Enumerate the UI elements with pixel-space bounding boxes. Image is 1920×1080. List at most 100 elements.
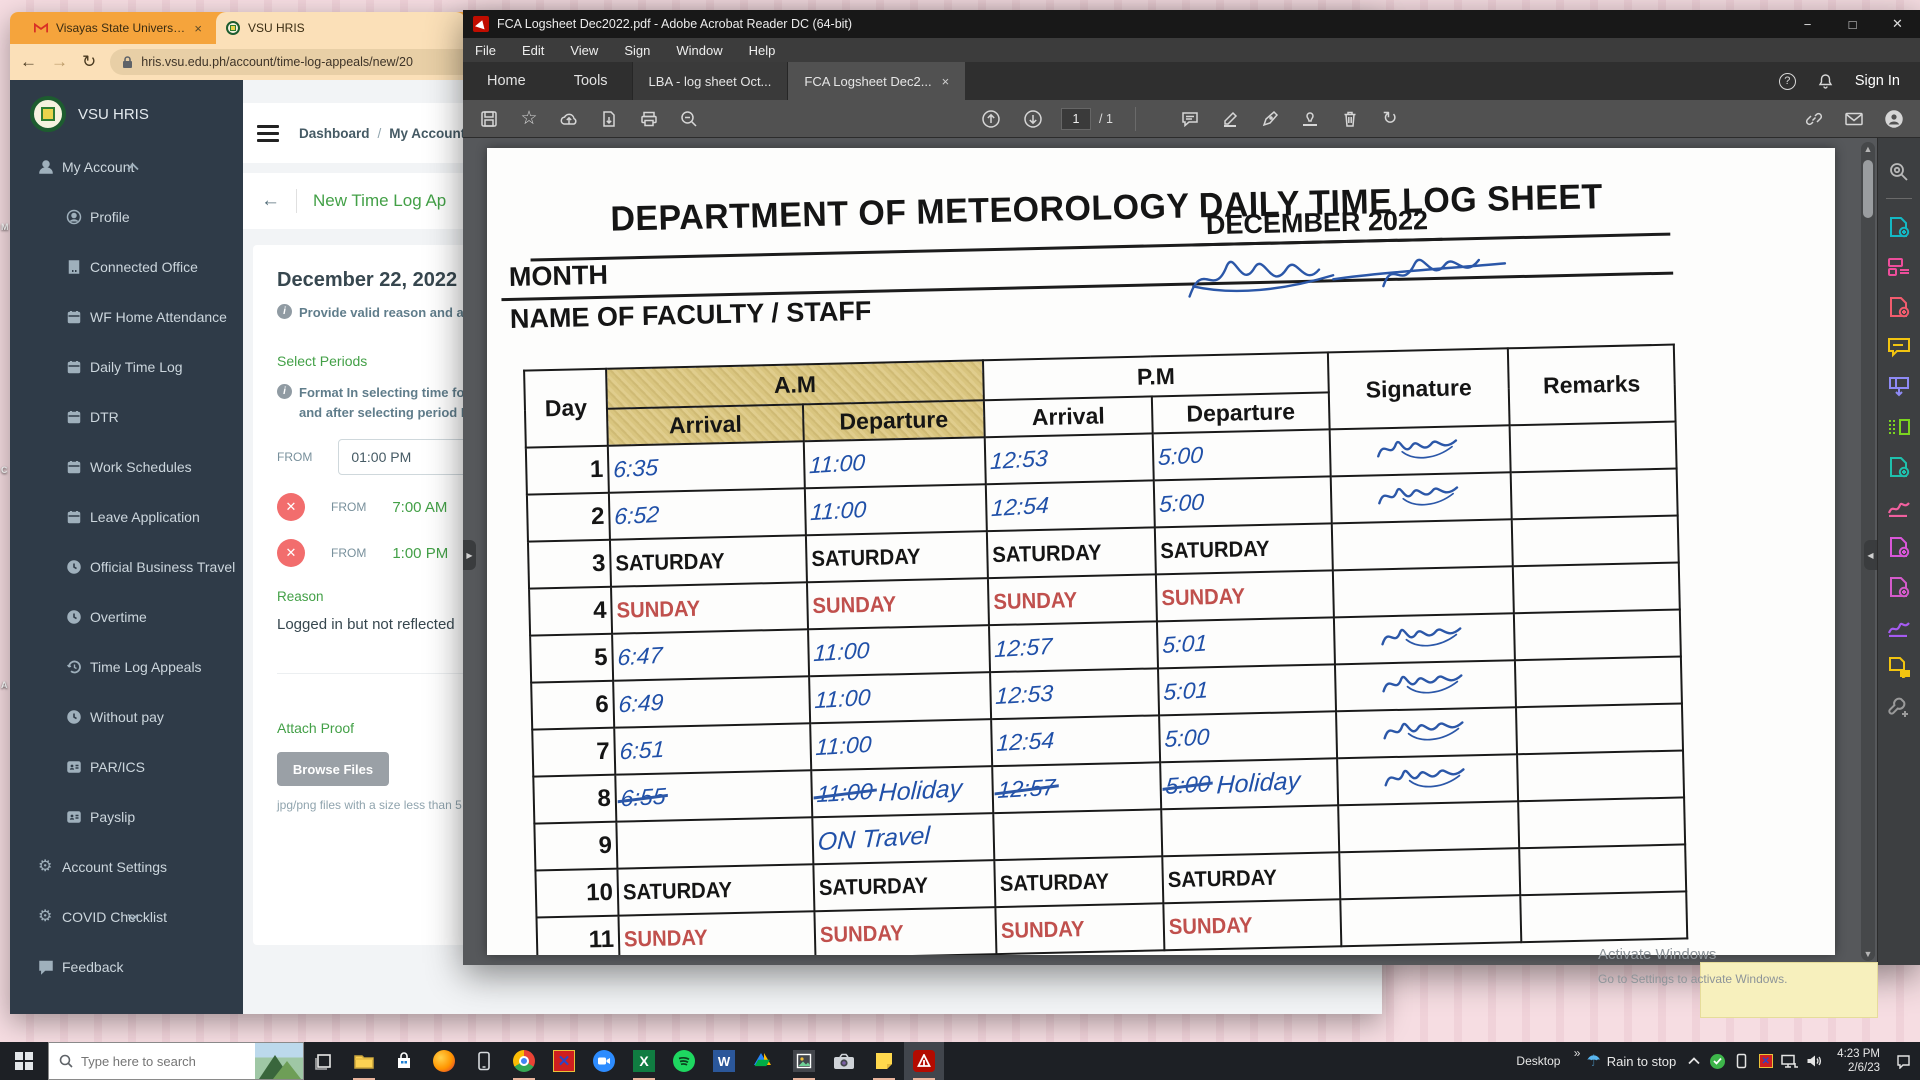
taskbar-app-microsoft-store[interactable] [384,1042,424,1080]
taskbar-app-chrome[interactable] [504,1042,544,1080]
menu-file[interactable]: File [475,43,496,58]
sidebar-item-work-schedules[interactable]: Work Schedules [10,442,243,492]
doc-tab-lba[interactable]: LBA - log sheet Oct... [632,62,788,100]
sidebar-item-my-account[interactable]: My Account [10,142,243,192]
comment-icon[interactable] [1170,104,1210,134]
search-document-icon[interactable] [1878,152,1920,192]
zoom-out-icon[interactable] [669,104,709,134]
search-daily-image[interactable] [255,1043,303,1079]
highlighter-icon[interactable] [1210,104,1250,134]
taskbar-app-camera[interactable] [824,1042,864,1080]
taskbar-app-spotify[interactable] [664,1042,704,1080]
menu-window[interactable]: Window [676,43,722,58]
remove-period-button[interactable]: ✕ [277,539,305,567]
save-icon[interactable] [469,104,509,134]
page-number-input[interactable]: 1 [1061,108,1091,130]
help-icon[interactable]: ? [1779,73,1796,90]
acrobat-title-bar[interactable]: FCA Logsheet Dec2022.pdf - Adobe Acrobat… [463,10,1920,38]
forward-icon[interactable]: → [51,52,68,72]
sidebar-item-feedback[interactable]: Feedback [10,942,243,992]
sidebar-item-wf-home-attendance[interactable]: WF Home Attendance [10,292,243,342]
scroll-up-icon[interactable]: ▲ [1861,142,1875,156]
create-pdf-icon[interactable] [1878,287,1920,327]
volume-icon[interactable] [1805,1053,1822,1070]
export-pdf-icon[interactable] [1878,207,1920,247]
taskbar-app-word[interactable]: W [704,1042,744,1080]
desktop-icon-label[interactable]: M [1,222,9,232]
menu-view[interactable]: View [570,43,598,58]
taskbar-app-zoom[interactable] [584,1042,624,1080]
sidebar-item-dtr[interactable]: DTR [10,392,243,442]
link-icon[interactable] [1794,104,1834,134]
taskbar-app-drive[interactable] [744,1042,784,1080]
sidebar-item-connected-office[interactable]: Connected Office [10,242,243,292]
taskbar-search[interactable] [48,1042,304,1080]
sidebar-item-time-log-appeals[interactable]: Time Log Appeals [10,642,243,692]
search-input[interactable] [81,1054,231,1069]
more-tools-icon[interactable] [1878,687,1920,727]
fill-and-sign-icon[interactable] [1878,487,1920,527]
bell-icon[interactable] [1818,73,1833,89]
phone-link-icon[interactable] [1733,1053,1750,1070]
caret-up-icon[interactable] [1685,1053,1702,1070]
weather-widget[interactable]: ☂ Rain to stop [1586,1051,1676,1071]
menu-edit[interactable]: Edit [522,43,544,58]
taskbar-app-firefox[interactable] [424,1042,464,1080]
desktop-icon-label[interactable]: C [1,465,8,475]
sidebar-item-covid-checklist[interactable]: ⚙COVID Checklist [10,892,243,942]
taskbar-app-excel[interactable]: X [624,1042,664,1080]
close-button[interactable]: ✕ [1875,10,1920,38]
sidebar-item-daily-time-log[interactable]: Daily Time Log [10,342,243,392]
scroll-down-icon[interactable]: ▼ [1861,947,1875,961]
cloud-upload-icon[interactable] [549,104,589,134]
breadcrumb-dashboard[interactable]: Dashboard [299,126,370,141]
media-tray-icon[interactable]: ✕ [1757,1053,1774,1070]
taskbar-app-media-app[interactable]: ✕ [544,1042,584,1080]
taskbar-app-acrobat[interactable] [904,1042,944,1080]
request-signatures-icon[interactable] [1878,647,1920,687]
taskbar-app-your-phone[interactable] [464,1042,504,1080]
action-center-icon[interactable] [1895,1053,1912,1070]
sidebar-item-par-ics[interactable]: PAR/ICS [10,742,243,792]
taskbar-clock[interactable]: 4:23 PM 2/6/23 [1831,1047,1886,1075]
right-panel-collapse-icon[interactable]: ◀ [1864,540,1877,570]
comment-tool-icon[interactable] [1878,327,1920,367]
protect-pdf-icon[interactable] [1878,527,1920,567]
pdf-page[interactable]: DEPARTMENT OF METEOROLOGY DAILY TIME LOG… [487,148,1835,955]
maximize-button[interactable]: □ [1830,10,1875,38]
menu-sign[interactable]: Sign [624,43,650,58]
browse-files-button[interactable]: Browse Files [277,752,389,786]
envelope-icon[interactable] [1834,104,1874,134]
breadcrumb-current[interactable]: My Account [389,126,465,141]
browser-tab-vsu-hris[interactable]: VSU HRIS [216,12,466,44]
sidebar-item-overtime[interactable]: Overtime [10,592,243,642]
pen-icon[interactable] [1250,104,1290,134]
scrollbar-thumb[interactable] [1863,160,1873,218]
reload-icon[interactable]: ↻ [82,52,96,72]
menu-help[interactable]: Help [749,43,776,58]
tab-close-icon[interactable]: × [194,21,202,36]
taskbar-app-photos[interactable] [784,1042,824,1080]
compress-pdf-icon[interactable] [1878,447,1920,487]
rotate-icon[interactable]: ↻ [1370,104,1410,134]
tab-tools[interactable]: Tools [550,73,632,89]
hamburger-icon[interactable] [257,125,279,142]
certificates-icon[interactable] [1878,607,1920,647]
page-up-icon[interactable] [971,104,1011,134]
back-arrow-icon[interactable]: ← [261,190,280,212]
edit-pdf-icon[interactable] [1878,247,1920,287]
taskbar-overflow-chevron[interactable]: » [1574,1046,1581,1060]
sidebar-item-profile[interactable]: Profile [10,192,243,242]
sidebar-item-leave-application[interactable]: Leave Application [10,492,243,542]
combine-files-icon[interactable] [1878,367,1920,407]
close-tab-icon[interactable]: × [942,74,950,89]
taskbar-app-sticky-notes[interactable] [864,1042,904,1080]
trash-icon[interactable] [1330,104,1370,134]
taskbar-app-task-view[interactable] [304,1042,344,1080]
desktop-peek-label[interactable]: Desktop [1516,1054,1560,1068]
organize-pages-icon[interactable] [1878,407,1920,447]
account-icon[interactable] [1874,104,1914,134]
doc-tab-fca[interactable]: FCA Logsheet Dec2...× [787,62,965,100]
star-icon[interactable]: ☆ [509,104,549,134]
antivirus-icon[interactable] [1709,1053,1726,1070]
